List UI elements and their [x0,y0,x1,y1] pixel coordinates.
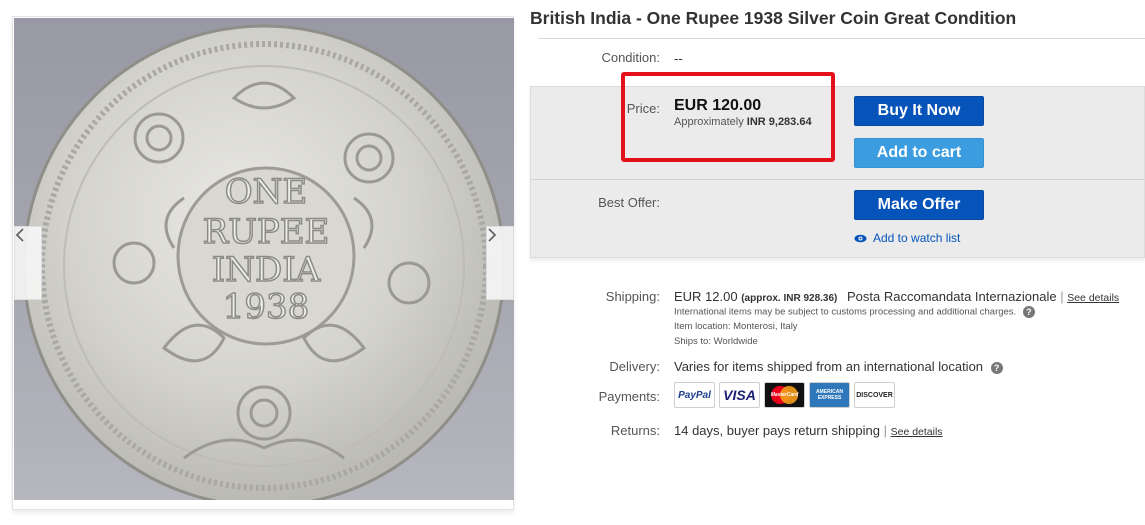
shipping-label: Shipping: [605,289,660,304]
watch-label: Add to watch list [873,231,961,245]
delivery-label: Delivery: [609,359,660,374]
listing-title: British India - One Rupee 1938 Silver Co… [530,8,1017,28]
coin-image[interactable]: ONE RUPEE INDIA 1938 [14,18,514,500]
price-amount: EUR 120.00 [674,97,762,114]
buy-box-divider [531,179,1144,180]
buy-it-now-button[interactable]: Buy It Now [854,96,984,126]
chevron-left-icon [15,228,24,242]
returns-see-details-link[interactable]: See details [891,426,943,438]
best-offer-label: Best Offer: [598,195,660,210]
shipping-note: International items may be subject to cu… [674,306,1035,318]
paypal-logo: PayPal [674,382,715,408]
returns-label: Returns: [610,423,660,438]
chevron-right-icon [488,228,497,242]
next-image-button[interactable] [486,226,514,300]
discover-logo: DISCOVER [854,382,895,408]
ships-to-label: Ships to: [674,336,711,347]
title-divider [538,38,1145,39]
shipping-see-details-link[interactable]: See details [1067,292,1119,304]
payments-label: Payments: [598,389,660,404]
eye-icon [854,234,867,242]
buy-box: Price: EUR 120.00 Approximately INR 9,28… [530,86,1145,258]
shipping-approx: (approx. INR 928.36) [741,293,838,304]
mastercard-logo: MasterCard [764,382,805,408]
add-to-watch-list-link[interactable]: Add to watch list [854,231,960,245]
item-image-panel: ONE RUPEE INDIA 1938 [12,16,514,510]
returns-separator: | [883,423,887,438]
item-details: British India - One Rupee 1938 Silver Co… [530,0,1145,525]
returns-value: 14 days, buyer pays return shipping [674,423,880,438]
amex-logo: AMERICAN EXPRESS [809,382,850,408]
ships-to-value: Worldwide [713,336,758,347]
coin-text-rupee: RUPEE [203,212,330,252]
delivery-value: Varies for items shipped from an interna… [674,359,984,374]
item-location-label: Item location: [674,321,731,332]
visa-logo: VISA [719,382,760,408]
item-location: Item location: Monterosi, Italy [674,321,798,332]
price-approx-value: INR 9,283.64 [746,116,812,128]
coin-text-year: 1938 [223,287,310,327]
ships-to: Ships to: Worldwide [674,336,758,347]
shipping-amount: EUR 12.00 [674,289,738,304]
add-to-cart-button[interactable]: Add to cart [854,138,984,168]
shipping-note-text: International items may be subject to cu… [674,306,1017,318]
delivery-line: Varies for items shipped from an interna… [674,359,1003,374]
price-approx-prefix: Approximately [674,116,744,128]
question-circle-icon[interactable]: ? [990,361,1003,374]
condition-label: Condition: [601,50,660,65]
coin-illustration: ONE RUPEE INDIA 1938 [22,24,506,500]
price-label: Price: [626,101,660,116]
condition-value: -- [674,51,683,66]
prev-image-button[interactable] [14,226,42,300]
price-approx: Approximately INR 9,283.64 [674,116,812,128]
question-circle-icon[interactable]: ? [1022,306,1035,318]
payment-logos: PayPal VISA MasterCard AMERICAN EXPRESS … [674,382,895,408]
shipping-line: EUR 12.00 (approx. INR 928.36) Posta Rac… [674,289,1119,304]
returns-line: 14 days, buyer pays return shipping | Se… [674,423,943,438]
shipping-service: Posta Raccomandata Internazionale [847,289,1057,304]
coin-text-india: INDIA [212,250,321,290]
item-location-value: Monterosi, Italy [733,321,798,332]
coin-text-one: ONE [225,172,307,212]
make-offer-button[interactable]: Make Offer [854,190,984,220]
shipping-separator: | [1060,289,1064,304]
